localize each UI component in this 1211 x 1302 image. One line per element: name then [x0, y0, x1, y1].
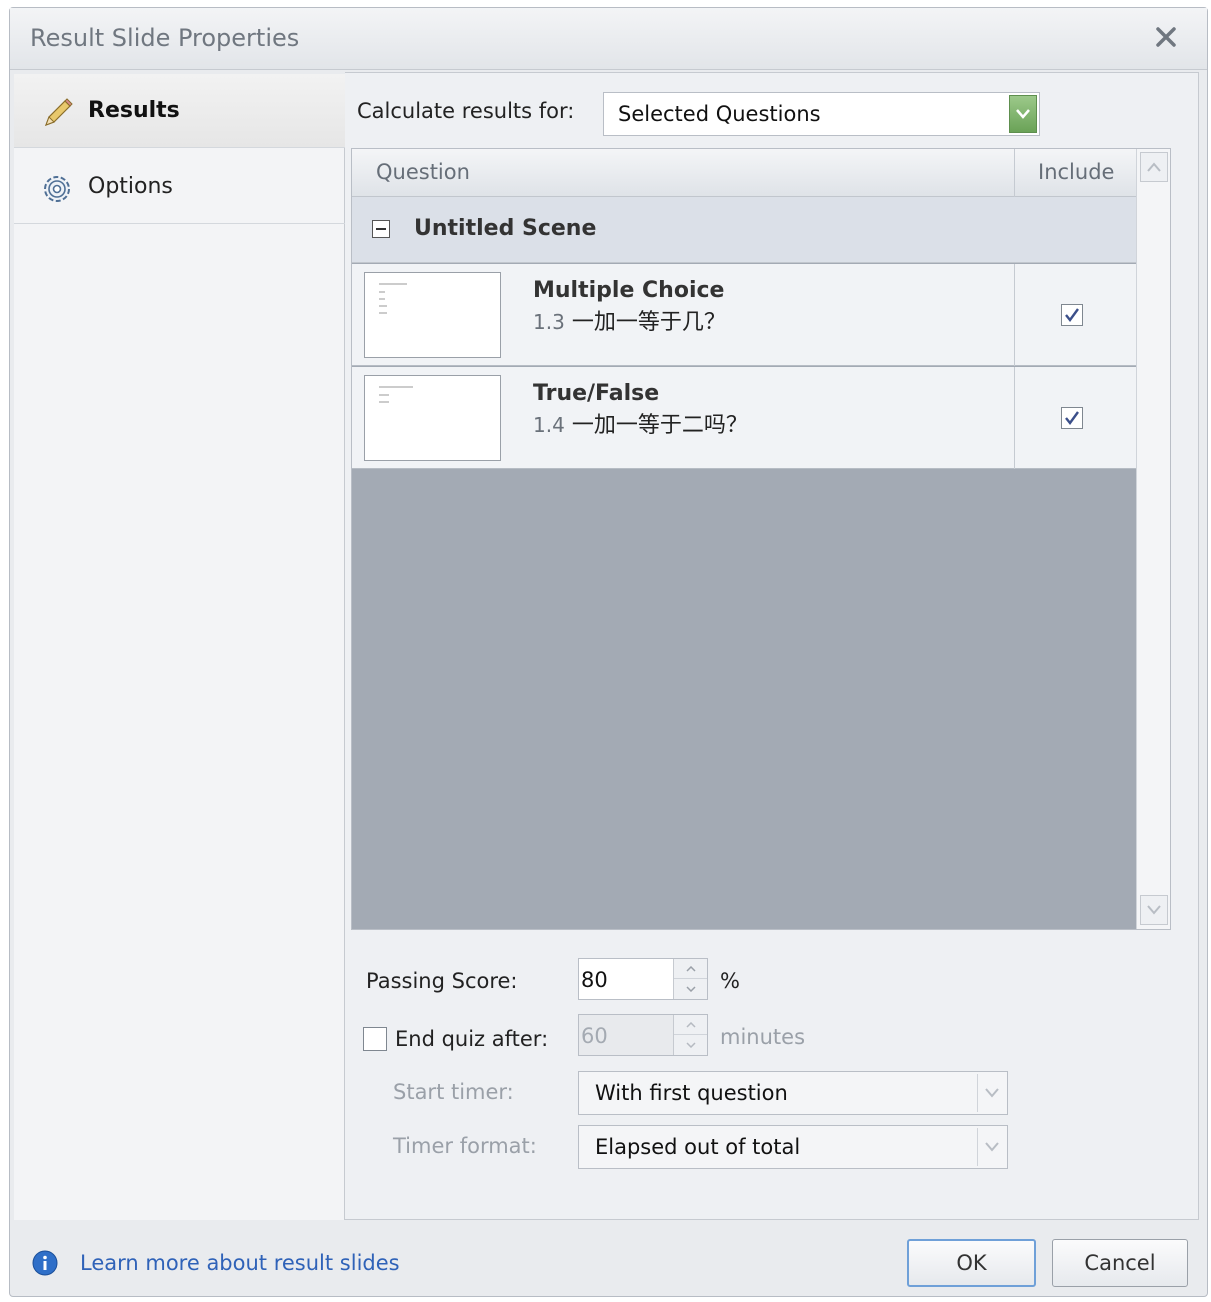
calculate-results-label: Calculate results for: — [357, 99, 575, 123]
stepper-buttons[interactable] — [673, 1015, 707, 1055]
start-timer-label: Start timer: — [393, 1080, 514, 1104]
chevron-up-icon — [1147, 162, 1161, 172]
sidebar: Results Options — [14, 74, 345, 1220]
column-header-include[interactable]: Include — [1038, 160, 1114, 184]
stepper-up-icon[interactable] — [674, 1015, 707, 1035]
passing-score-value[interactable]: 80 — [581, 968, 608, 992]
grid-header: Question Include — [352, 149, 1136, 197]
scroll-up-button[interactable] — [1140, 152, 1168, 182]
learn-more-link[interactable]: Learn more about result slides — [80, 1251, 400, 1275]
sidebar-item-label: Options — [88, 174, 173, 199]
start-timer-value: With first question — [595, 1081, 788, 1105]
column-header-question[interactable]: Question — [376, 160, 470, 184]
chevron-down-icon — [1147, 905, 1161, 915]
passing-score-stepper[interactable]: 80 — [578, 958, 708, 1000]
vertical-scrollbar[interactable] — [1136, 149, 1170, 929]
start-timer-select[interactable]: With first question — [578, 1071, 1008, 1115]
slide-thumbnail[interactable] — [364, 375, 501, 461]
pencil-icon — [40, 96, 74, 130]
timer-format-value: Elapsed out of total — [595, 1135, 801, 1159]
column-divider — [1014, 367, 1015, 469]
column-divider — [1014, 264, 1015, 366]
question-body: 一加一等于几？ — [571, 310, 726, 335]
slide-thumbnail[interactable] — [364, 272, 501, 358]
calculate-results-value: Selected Questions — [618, 102, 821, 126]
cancel-button[interactable]: Cancel — [1052, 1239, 1188, 1287]
timer-format-label: Timer format: — [393, 1134, 537, 1158]
dialog-title: Result Slide Properties — [30, 24, 300, 52]
question-type: Multiple Choice — [533, 278, 725, 303]
sidebar-item-results[interactable]: Results — [14, 74, 345, 148]
end-quiz-checkbox[interactable] — [363, 1027, 387, 1051]
question-text: 1.4 一加一等于二吗？ — [533, 407, 748, 439]
title-bar: Result Slide Properties — [10, 8, 1207, 70]
end-quiz-stepper[interactable]: 60 — [578, 1014, 708, 1056]
stepper-up-icon[interactable] — [674, 959, 707, 979]
stepper-down-icon[interactable] — [674, 979, 707, 999]
passing-score-label: Passing Score: — [366, 969, 518, 993]
end-quiz-label: End quiz after: — [395, 1027, 549, 1051]
sidebar-item-options[interactable]: Options — [14, 150, 345, 224]
questions-grid: Question Include Untitled Scene Multiple… — [351, 148, 1171, 930]
checkmark-icon — [1065, 308, 1079, 322]
timer-format-select[interactable]: Elapsed out of total — [578, 1125, 1008, 1169]
table-row[interactable]: Multiple Choice 1.3 一加一等于几？ — [352, 264, 1136, 366]
question-number: 1.4 — [533, 413, 565, 437]
question-body: 一加一等于二吗？ — [571, 413, 748, 438]
column-divider — [1014, 149, 1015, 197]
scene-title: Untitled Scene — [414, 216, 597, 241]
chevron-down-icon — [977, 1074, 1005, 1112]
stepper-buttons[interactable] — [673, 959, 707, 999]
question-type: True/False — [533, 381, 660, 406]
checkmark-icon — [1065, 411, 1079, 425]
scene-group-row: Untitled Scene — [352, 197, 1136, 263]
percent-unit: % — [720, 969, 740, 993]
scroll-down-button[interactable] — [1140, 895, 1168, 925]
close-icon — [1156, 27, 1176, 47]
question-text: 1.3 一加一等于几？ — [533, 304, 726, 336]
end-quiz-value[interactable]: 60 — [581, 1024, 608, 1048]
calculate-results-select[interactable]: Selected Questions — [603, 92, 1040, 136]
chevron-down-icon — [1009, 95, 1037, 133]
close-button[interactable] — [1151, 22, 1181, 52]
gear-icon — [40, 172, 74, 206]
sidebar-item-label: Results — [88, 98, 180, 123]
stepper-down-icon[interactable] — [674, 1035, 707, 1055]
include-checkbox[interactable] — [1061, 407, 1083, 429]
question-number: 1.3 — [533, 310, 565, 334]
info-icon — [32, 1250, 58, 1276]
collapse-toggle[interactable] — [372, 220, 390, 238]
include-checkbox[interactable] — [1061, 304, 1083, 326]
table-row[interactable]: True/False 1.4 一加一等于二吗？ — [352, 367, 1136, 469]
minutes-unit: minutes — [720, 1025, 806, 1049]
chevron-down-icon — [977, 1128, 1005, 1166]
ok-button[interactable]: OK — [907, 1239, 1036, 1287]
